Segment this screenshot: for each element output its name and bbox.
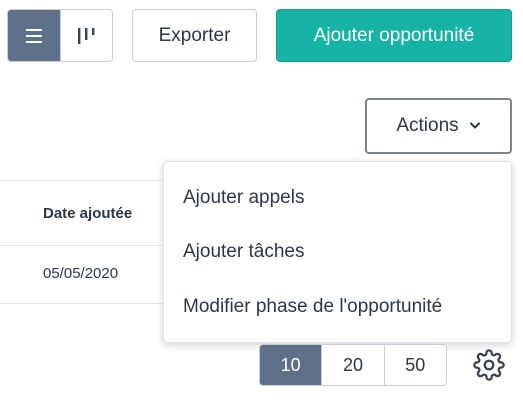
table-cell-date: 05/05/2020: [43, 265, 119, 282]
page-size-50[interactable]: 50: [383, 345, 446, 385]
export-button-label: Exporter: [158, 24, 231, 46]
export-button[interactable]: Exporter: [132, 9, 257, 62]
menu-item-add-calls[interactable]: Ajouter appels: [183, 187, 304, 209]
column-header-date-added[interactable]: Date ajoutée: [43, 205, 132, 222]
chevron-down-icon: [469, 122, 480, 129]
columns-view-button[interactable]: [59, 10, 112, 61]
list-view-button[interactable]: [8, 10, 60, 61]
list-icon: [25, 28, 42, 43]
page-size-20[interactable]: 20: [321, 345, 384, 385]
gear-icon[interactable]: [473, 349, 505, 381]
opportunities-table: Date ajoutée 05/05/2020: [0, 180, 170, 304]
actions-button[interactable]: Actions: [365, 98, 512, 154]
columns-icon: [78, 27, 95, 44]
menu-item-add-tasks[interactable]: Ajouter tâches: [183, 241, 304, 263]
add-opportunity-button[interactable]: Ajouter opportunité: [276, 9, 512, 62]
menu-item-modify-phase[interactable]: Modifier phase de l'opportunité: [183, 296, 442, 318]
header-divider: [0, 245, 170, 246]
actions-button-label: Actions: [396, 115, 459, 136]
page-size-10[interactable]: 10: [260, 345, 322, 385]
actions-dropdown-menu: Ajouter appels Ajouter tâches Modifier p…: [163, 161, 512, 343]
add-opportunity-button-label: Ajouter opportunité: [313, 24, 475, 46]
view-toggle: [7, 9, 113, 62]
page-size-selector: 10 20 50: [259, 344, 447, 386]
